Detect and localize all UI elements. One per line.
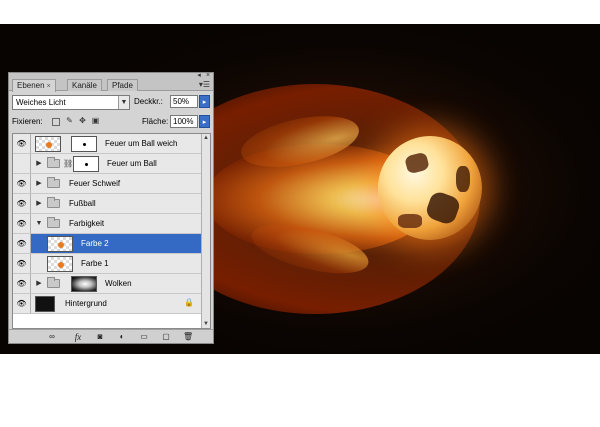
fill-input[interactable]: 100% (170, 115, 198, 128)
fill-label: Fläche: (142, 117, 169, 126)
eye-icon[interactable]: 👁 (13, 214, 31, 233)
layer-row-selected[interactable]: 👁 Farbe 2 (13, 234, 202, 254)
folder-icon (47, 157, 60, 168)
tab-ebenen[interactable]: Ebenen × (12, 79, 56, 92)
thumbnail-content (58, 262, 64, 268)
chevron-right-icon[interactable]: ▶ (35, 154, 43, 173)
layer-row[interactable]: 👁 ▼ Farbigkeit (13, 214, 202, 234)
tab-label: Pfade (112, 81, 133, 90)
ball-patch (424, 189, 462, 227)
lock-row: Fixieren: ✎ ✥ ▣ Fläche: 100% ▸ (12, 115, 210, 129)
link-layers-icon[interactable]: ∞ (47, 332, 57, 342)
layer-name: Hintergrund (65, 299, 107, 308)
ball-patch (398, 214, 422, 228)
soccer-ball (378, 136, 482, 240)
lock-position-icon[interactable]: ✥ (78, 116, 87, 126)
eye-icon[interactable]: 👁 (13, 194, 31, 213)
minimize-icon[interactable]: ◂ (195, 72, 203, 79)
panel-tabs: Ebenen × Kanäle Pfade ▾☰ (9, 79, 213, 92)
layer-name: Farbigkeit (69, 219, 105, 228)
layers-panel: ◂ × Ebenen × Kanäle Pfade ▾☰ Weiches Lich… (8, 72, 214, 344)
fill-slider-arrow[interactable]: ▸ (199, 115, 210, 128)
mask-content (85, 163, 88, 166)
folder-icon (47, 277, 60, 288)
layer-name: Fußball (69, 199, 96, 208)
tab-label: Kanäle (72, 81, 97, 90)
layer-name: Feuer um Ball (107, 159, 157, 168)
opacity-slider-arrow[interactable]: ▸ (199, 95, 210, 108)
fill-value: 100% (173, 117, 194, 126)
lock-icon: 🔒 (184, 298, 194, 307)
layer-style-icon[interactable]: fx (73, 332, 83, 342)
scroll-down-icon[interactable]: ▼ (202, 320, 210, 328)
close-icon[interactable]: × (204, 72, 212, 79)
scroll-up-icon[interactable]: ▲ (202, 134, 210, 142)
lock-pixels-icon[interactable]: ✎ (65, 116, 74, 126)
panel-footer: ∞ fx ◙ ◐ ▭ ▢ 🗑 (9, 329, 213, 343)
layer-row[interactable]: ▶ ⛓ Feuer um Ball (13, 154, 202, 174)
thumbnail-content (46, 142, 52, 148)
layer-mask-thumbnail[interactable] (71, 276, 97, 292)
folder-icon (47, 197, 60, 208)
layer-row[interactable]: 👁 ▶ Fußball (13, 194, 202, 214)
lock-all-icon[interactable]: ▣ (91, 116, 100, 126)
tab-close-icon[interactable]: × (47, 83, 51, 90)
blend-mode-value: Weiches Licht (16, 98, 66, 107)
chevron-down-icon[interactable]: ▼ (118, 96, 129, 109)
eye-icon[interactable]: 👁 (13, 174, 31, 193)
layer-mask-thumbnail[interactable] (73, 156, 99, 172)
trash-icon[interactable]: 🗑 (183, 332, 193, 342)
add-mask-icon[interactable]: ◙ (95, 332, 105, 342)
layer-row[interactable]: 👁 Farbe 1 (13, 254, 202, 274)
tab-pfade[interactable]: Pfade (107, 79, 138, 91)
layer-row[interactable]: 👁 Feuer um Ball weich (13, 134, 202, 154)
ball-patch (456, 166, 470, 192)
chevron-right-icon[interactable]: ▶ (35, 194, 43, 213)
eye-icon[interactable]: 👁 (13, 234, 31, 253)
layer-row[interactable]: 👁 ▶ Feuer Schweif (13, 174, 202, 194)
blend-mode-select[interactable]: Weiches Licht ▼ (12, 95, 130, 110)
layer-thumbnail (35, 136, 61, 152)
layer-mask-thumbnail[interactable] (71, 136, 97, 152)
layer-name: Feuer um Ball weich (105, 139, 178, 148)
chevron-down-icon[interactable]: ▼ (35, 214, 43, 233)
eye-icon[interactable]: 👁 (13, 254, 31, 273)
blend-row: Weiches Licht ▼ Deckkr.: 50% ▸ (12, 95, 210, 110)
ball-patch (404, 151, 430, 175)
lock-transparency-icon[interactable] (52, 118, 60, 126)
new-layer-icon[interactable]: ▢ (161, 332, 171, 342)
opacity-input[interactable]: 50% (170, 95, 198, 108)
mask-content (83, 143, 86, 146)
visibility-toggle-empty[interactable] (13, 154, 31, 173)
layer-thumbnail (47, 236, 73, 252)
layer-name: Wolken (105, 279, 132, 288)
layers-scrollbar[interactable]: ▲ ▼ (201, 134, 210, 328)
thumbnail-content (58, 242, 64, 248)
layer-name: Farbe 2 (81, 239, 109, 248)
opacity-value: 50% (173, 97, 190, 106)
new-group-icon[interactable]: ▭ (139, 332, 149, 342)
eye-icon[interactable]: 👁 (13, 134, 31, 153)
link-icon[interactable]: ⛓ (63, 154, 73, 173)
layer-name: Feuer Schweif (69, 179, 121, 188)
layer-row[interactable]: 👁 Hintergrund 🔒 (13, 294, 202, 314)
chevron-right-icon[interactable]: ▶ (35, 174, 43, 193)
panel-menu-icon[interactable]: ▾☰ (199, 81, 210, 89)
opacity-label: Deckkr.: (134, 97, 163, 106)
adjustment-layer-icon[interactable]: ◐ (117, 332, 127, 342)
chevron-right-icon[interactable]: ▶ (35, 274, 43, 293)
tab-kanaele[interactable]: Kanäle (67, 79, 102, 91)
layer-thumbnail (35, 296, 55, 312)
layer-row[interactable]: 👁 ▶ Wolken (13, 274, 202, 294)
lock-label: Fixieren: (12, 117, 43, 126)
layer-thumbnail (47, 256, 73, 272)
eye-icon[interactable]: 👁 (13, 274, 31, 293)
folder-icon (47, 177, 60, 188)
layer-name: Farbe 1 (81, 259, 109, 268)
eye-icon[interactable]: 👁 (13, 294, 31, 313)
layers-list: 👁 Feuer um Ball weich ▶ ⛓ Feuer um Ball … (12, 133, 211, 329)
folder-open-icon (47, 217, 60, 228)
tab-label: Ebenen (17, 81, 45, 90)
